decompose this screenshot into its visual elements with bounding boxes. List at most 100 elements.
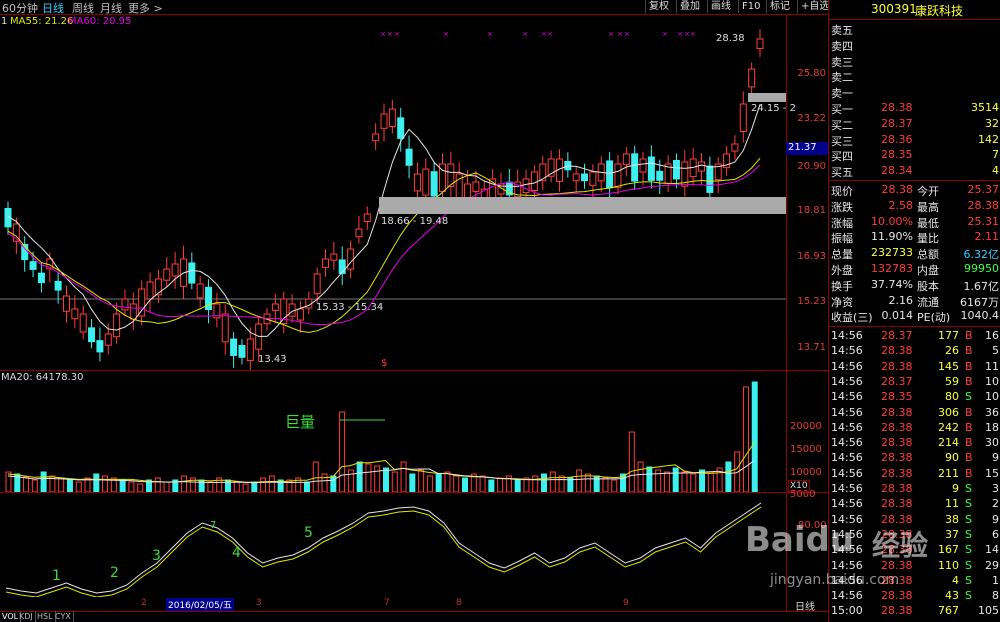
volume-chart[interactable]: [0, 371, 786, 492]
volume-bar: [646, 466, 653, 492]
candle-body: [631, 153, 639, 182]
stats-value: 132783: [871, 262, 913, 275]
order-book-volume: 3514: [971, 101, 999, 114]
stats-value: 1.67亿: [963, 279, 1000, 293]
volume-bar: [576, 469, 583, 492]
current-price-marker: 21.37: [786, 142, 828, 155]
volume-bar: [558, 475, 565, 492]
volume-ma-legend: MA20: 64178.30: [1, 372, 84, 383]
tick-time: 14:56: [831, 558, 863, 572]
tick-volume: 80: [945, 390, 959, 404]
watermark-brand: Baidu: [745, 520, 855, 560]
f10-button[interactable]: F10: [738, 0, 763, 13]
candle-body: [238, 344, 246, 358]
tick-volume: 37: [945, 527, 959, 541]
tab-cyx[interactable]: CYX: [53, 611, 74, 622]
tick-side: B: [965, 466, 973, 480]
stats-label: 总额: [917, 248, 939, 262]
candle-body: [572, 173, 580, 182]
tick-volume: 26: [945, 344, 959, 358]
stats-row: 净资 2.16 流通 6167万: [831, 294, 1000, 309]
tick-side: B: [965, 374, 973, 388]
volume-bar: [725, 461, 732, 492]
candle-body: [756, 38, 764, 49]
tick-count: 10: [985, 390, 999, 404]
candle-body: [330, 253, 338, 261]
tick-time: 14:56: [831, 405, 863, 419]
stats-value: 2.58: [888, 198, 914, 212]
candle-body: [589, 171, 597, 187]
volume-bar: [584, 473, 591, 492]
candle-body: [522, 178, 530, 194]
tick-side: S: [965, 390, 972, 404]
tick-price: 28.38: [881, 344, 913, 358]
tab-kdj[interactable]: KDJ: [17, 611, 36, 622]
tick-side: B: [965, 329, 973, 342]
candle-body: [413, 173, 421, 192]
candle-body: [196, 283, 204, 299]
tick-volume: 306: [938, 405, 959, 419]
candle-body: [54, 280, 62, 291]
volume-bar: [251, 481, 258, 492]
volume-bar: [453, 475, 460, 492]
candle-body: [104, 333, 112, 346]
signal-marker: ×: [684, 30, 690, 38]
tick-volume: 767: [938, 604, 959, 618]
volume-bar: [391, 471, 398, 492]
order-book-label: 卖四: [831, 39, 853, 53]
stats-label: 总量: [831, 248, 853, 262]
signal-marker: ×: [394, 30, 400, 38]
tick-row: 14:56 28.38 214 B 30: [831, 436, 1000, 451]
tick-row: 14:56 28.38 43 S 8: [831, 589, 1000, 604]
volume-bar: [321, 473, 328, 492]
tick-count: 3: [992, 482, 999, 495]
tick-count: 36: [985, 405, 999, 419]
signal-marker: ×: [617, 30, 623, 38]
candle-body: [230, 338, 238, 356]
tick-row: 14:56 28.37 177 B 16: [831, 329, 1000, 344]
tick-row: 14:56 28.35 80 S 10: [831, 390, 1000, 405]
order-book-label: 买四: [831, 150, 853, 164]
volume-bar: [242, 483, 249, 492]
mark-button[interactable]: 标记: [766, 0, 793, 13]
divider: [829, 180, 1000, 181]
volume-bar: [637, 461, 644, 492]
candle-body: [363, 213, 371, 223]
candlestick-chart[interactable]: × × × × × × × × × × × × × × ×: [0, 14, 786, 370]
overlay-button[interactable]: 叠加: [676, 0, 703, 13]
candle-body: [129, 303, 137, 320]
watermark-text: 经验: [872, 529, 929, 562]
low-price-label: 13.43: [258, 354, 287, 365]
stats-row: 换手 37.74% 股本 1.67亿: [831, 278, 1000, 293]
volume-bar: [532, 475, 539, 492]
order-book-row: 卖四: [831, 38, 1000, 53]
price-tick: 13.71: [797, 342, 826, 353]
tick-price: 28.37: [881, 329, 913, 342]
volume-bar: [31, 479, 38, 492]
tick-volume: 177: [938, 329, 959, 342]
tick-count: 9: [992, 512, 999, 526]
stats-row: 总量 232733 总额 6.32亿: [831, 246, 1000, 261]
kdj-chart[interactable]: [0, 493, 786, 597]
divider: [829, 326, 1000, 327]
volume-bar: [5, 471, 12, 492]
tick-row: 14:56 28.37 59 B 10: [831, 375, 1000, 390]
volume-bar: [66, 479, 73, 492]
candle-body: [656, 170, 664, 181]
draw-line-button[interactable]: 画线: [707, 0, 734, 13]
volume-bar: [181, 475, 188, 492]
restore-rights-button[interactable]: 复权: [645, 0, 672, 13]
order-book-volume: 32: [985, 116, 999, 130]
candle-body: [672, 159, 680, 180]
x-tick: 3: [256, 598, 262, 608]
tick-volume: 242: [938, 420, 959, 434]
candle-body: [271, 303, 279, 311]
stats-label: 最高: [917, 200, 939, 214]
stats-label: 现价: [831, 185, 853, 198]
tick-row: 14:56 28.38 90 B 9: [831, 451, 1000, 466]
watermark-url: jingyan.baidu.com: [770, 572, 900, 588]
wave-label-4: 4: [232, 545, 241, 561]
volume-bar: [462, 477, 469, 492]
signal-marker: ×: [690, 30, 696, 38]
tick-side: B: [965, 344, 973, 358]
